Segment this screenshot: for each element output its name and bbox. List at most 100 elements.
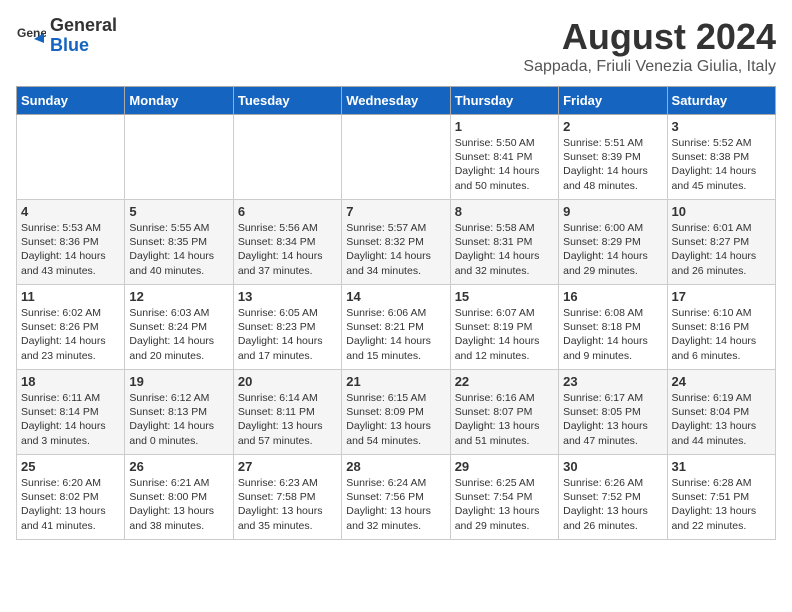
cell-content: Sunrise: 5:56 AM Sunset: 8:34 PM Dayligh… bbox=[238, 221, 337, 278]
calendar-week-1: 1 Sunrise: 5:50 AM Sunset: 8:41 PM Daylig… bbox=[17, 115, 776, 200]
cell-content: Sunrise: 6:21 AM Sunset: 8:00 PM Dayligh… bbox=[129, 476, 228, 533]
calendar-cell: 24Sunrise: 6:19 AM Sunset: 8:04 PM Dayli… bbox=[667, 370, 775, 455]
calendar-cell: 30 Sunrise: 6:26 AM Sunset: 7:52 PM Dayli… bbox=[559, 455, 667, 540]
calendar-cell: 8Sunrise: 5:58 AM Sunset: 8:31 PM Daylig… bbox=[450, 200, 558, 285]
day-number: 24 bbox=[672, 374, 771, 389]
day-number: 8 bbox=[455, 204, 554, 219]
calendar-cell: 21 Sunrise: 6:15 AM Sunset: 8:09 PM Dayli… bbox=[342, 370, 450, 455]
day-header-thursday: Thursday bbox=[450, 87, 558, 115]
calendar-cell: 23Sunrise: 6:17 AM Sunset: 8:05 PM Dayli… bbox=[559, 370, 667, 455]
subtitle: Sappada, Friuli Venezia Giulia, Italy bbox=[523, 58, 776, 76]
calendar-cell bbox=[342, 115, 450, 200]
day-header-sunday: Sunday bbox=[17, 87, 125, 115]
calendar-week-3: 11 Sunrise: 6:02 AM Sunset: 8:26 PM Dayli… bbox=[17, 285, 776, 370]
day-number: 11 bbox=[21, 289, 120, 304]
calendar-cell: 3Sunrise: 5:52 AM Sunset: 8:38 PM Daylig… bbox=[667, 115, 775, 200]
logo-text: General Blue bbox=[50, 16, 117, 56]
day-number: 10 bbox=[672, 204, 771, 219]
cell-content: Sunrise: 5:57 AM Sunset: 8:32 PM Dayligh… bbox=[346, 221, 445, 278]
logo-line2: Blue bbox=[50, 36, 117, 56]
calendar-cell bbox=[233, 115, 341, 200]
calendar-cell: 16Sunrise: 6:08 AM Sunset: 8:18 PM Dayli… bbox=[559, 285, 667, 370]
cell-content: Sunrise: 5:53 AM Sunset: 8:36 PM Dayligh… bbox=[21, 221, 120, 278]
cell-content: Sunrise: 5:51 AM Sunset: 8:39 PM Dayligh… bbox=[563, 136, 662, 193]
calendar-week-4: 18 Sunrise: 6:11 AM Sunset: 8:14 PM Dayli… bbox=[17, 370, 776, 455]
day-header-friday: Friday bbox=[559, 87, 667, 115]
cell-content: Sunrise: 6:25 AM Sunset: 7:54 PM Dayligh… bbox=[455, 476, 554, 533]
day-number: 26 bbox=[129, 459, 228, 474]
cell-content: Sunrise: 6:15 AM Sunset: 8:09 PM Dayligh… bbox=[346, 391, 445, 448]
calendar-cell: 4 Sunrise: 5:53 AM Sunset: 8:36 PM Daylig… bbox=[17, 200, 125, 285]
day-number: 12 bbox=[129, 289, 228, 304]
calendar-week-2: 4 Sunrise: 5:53 AM Sunset: 8:36 PM Daylig… bbox=[17, 200, 776, 285]
day-number: 31 bbox=[672, 459, 771, 474]
calendar-cell: 10 Sunrise: 6:01 AM Sunset: 8:27 PM Dayli… bbox=[667, 200, 775, 285]
day-number: 14 bbox=[346, 289, 445, 304]
day-number: 30 bbox=[563, 459, 662, 474]
calendar-cell: 19Sunrise: 6:12 AM Sunset: 8:13 PM Dayli… bbox=[125, 370, 233, 455]
day-number: 20 bbox=[238, 374, 337, 389]
calendar-cell bbox=[125, 115, 233, 200]
calendar-cell: 17 Sunrise: 6:10 AM Sunset: 8:16 PM Dayli… bbox=[667, 285, 775, 370]
calendar-cell: 1 Sunrise: 5:50 AM Sunset: 8:41 PM Daylig… bbox=[450, 115, 558, 200]
cell-content: Sunrise: 6:26 AM Sunset: 7:52 PM Dayligh… bbox=[563, 476, 662, 533]
calendar-cell: 11 Sunrise: 6:02 AM Sunset: 8:26 PM Dayli… bbox=[17, 285, 125, 370]
cell-content: Sunrise: 6:20 AM Sunset: 8:02 PM Dayligh… bbox=[21, 476, 120, 533]
calendar-cell: 28 Sunrise: 6:24 AM Sunset: 7:56 PM Dayli… bbox=[342, 455, 450, 540]
day-number: 25 bbox=[21, 459, 120, 474]
calendar-cell: 27 Sunrise: 6:23 AM Sunset: 7:58 PM Dayli… bbox=[233, 455, 341, 540]
cell-content: Sunrise: 6:28 AM Sunset: 7:51 PM Dayligh… bbox=[672, 476, 771, 533]
page-header: General General Blue August 2024 Sappada… bbox=[16, 16, 776, 76]
calendar-cell: 14Sunrise: 6:06 AM Sunset: 8:21 PM Dayli… bbox=[342, 285, 450, 370]
logo-line1: General bbox=[50, 16, 117, 36]
cell-content: Sunrise: 6:02 AM Sunset: 8:26 PM Dayligh… bbox=[21, 306, 120, 363]
day-number: 27 bbox=[238, 459, 337, 474]
day-number: 18 bbox=[21, 374, 120, 389]
calendar-cell: 13 Sunrise: 6:05 AM Sunset: 8:23 PM Dayli… bbox=[233, 285, 341, 370]
cell-content: Sunrise: 5:50 AM Sunset: 8:41 PM Dayligh… bbox=[455, 136, 554, 193]
calendar-cell: 9 Sunrise: 6:00 AM Sunset: 8:29 PM Daylig… bbox=[559, 200, 667, 285]
cell-content: Sunrise: 6:07 AM Sunset: 8:19 PM Dayligh… bbox=[455, 306, 554, 363]
day-number: 6 bbox=[238, 204, 337, 219]
cell-content: Sunrise: 6:23 AM Sunset: 7:58 PM Dayligh… bbox=[238, 476, 337, 533]
cell-content: Sunrise: 6:24 AM Sunset: 7:56 PM Dayligh… bbox=[346, 476, 445, 533]
day-number: 23 bbox=[563, 374, 662, 389]
calendar-cell bbox=[17, 115, 125, 200]
day-header-saturday: Saturday bbox=[667, 87, 775, 115]
calendar-cell: 31 Sunrise: 6:28 AM Sunset: 7:51 PM Dayli… bbox=[667, 455, 775, 540]
calendar-cell: 12 Sunrise: 6:03 AM Sunset: 8:24 PM Dayli… bbox=[125, 285, 233, 370]
logo-icon: General bbox=[16, 21, 46, 51]
calendar-cell: 20 Sunrise: 6:14 AM Sunset: 8:11 PM Dayli… bbox=[233, 370, 341, 455]
cell-content: Sunrise: 6:01 AM Sunset: 8:27 PM Dayligh… bbox=[672, 221, 771, 278]
calendar-cell: 25 Sunrise: 6:20 AM Sunset: 8:02 PM Dayli… bbox=[17, 455, 125, 540]
day-number: 4 bbox=[21, 204, 120, 219]
cell-content: Sunrise: 6:14 AM Sunset: 8:11 PM Dayligh… bbox=[238, 391, 337, 448]
day-number: 15 bbox=[455, 289, 554, 304]
calendar-week-5: 25 Sunrise: 6:20 AM Sunset: 8:02 PM Dayli… bbox=[17, 455, 776, 540]
day-header-tuesday: Tuesday bbox=[233, 87, 341, 115]
calendar-cell: 15 Sunrise: 6:07 AM Sunset: 8:19 PM Dayli… bbox=[450, 285, 558, 370]
cell-content: Sunrise: 6:00 AM Sunset: 8:29 PM Dayligh… bbox=[563, 221, 662, 278]
calendar-cell: 29 Sunrise: 6:25 AM Sunset: 7:54 PM Dayli… bbox=[450, 455, 558, 540]
cell-content: Sunrise: 6:08 AM Sunset: 8:18 PM Dayligh… bbox=[563, 306, 662, 363]
day-header-monday: Monday bbox=[125, 87, 233, 115]
calendar-table: SundayMondayTuesdayWednesdayThursdayFrid… bbox=[16, 86, 776, 540]
day-number: 9 bbox=[563, 204, 662, 219]
day-number: 21 bbox=[346, 374, 445, 389]
day-number: 1 bbox=[455, 119, 554, 134]
calendar-cell: 5 Sunrise: 5:55 AM Sunset: 8:35 PM Daylig… bbox=[125, 200, 233, 285]
cell-content: Sunrise: 6:11 AM Sunset: 8:14 PM Dayligh… bbox=[21, 391, 120, 448]
title-block: August 2024 Sappada, Friuli Venezia Giul… bbox=[523, 16, 776, 76]
day-number: 29 bbox=[455, 459, 554, 474]
day-number: 13 bbox=[238, 289, 337, 304]
calendar-cell: 18 Sunrise: 6:11 AM Sunset: 8:14 PM Dayli… bbox=[17, 370, 125, 455]
cell-content: Sunrise: 6:05 AM Sunset: 8:23 PM Dayligh… bbox=[238, 306, 337, 363]
cell-content: Sunrise: 5:52 AM Sunset: 8:38 PM Dayligh… bbox=[672, 136, 771, 193]
day-number: 5 bbox=[129, 204, 228, 219]
cell-content: Sunrise: 6:10 AM Sunset: 8:16 PM Dayligh… bbox=[672, 306, 771, 363]
cell-content: Sunrise: 6:03 AM Sunset: 8:24 PM Dayligh… bbox=[129, 306, 228, 363]
day-header-wednesday: Wednesday bbox=[342, 87, 450, 115]
day-number: 28 bbox=[346, 459, 445, 474]
cell-content: Sunrise: 5:55 AM Sunset: 8:35 PM Dayligh… bbox=[129, 221, 228, 278]
day-number: 17 bbox=[672, 289, 771, 304]
